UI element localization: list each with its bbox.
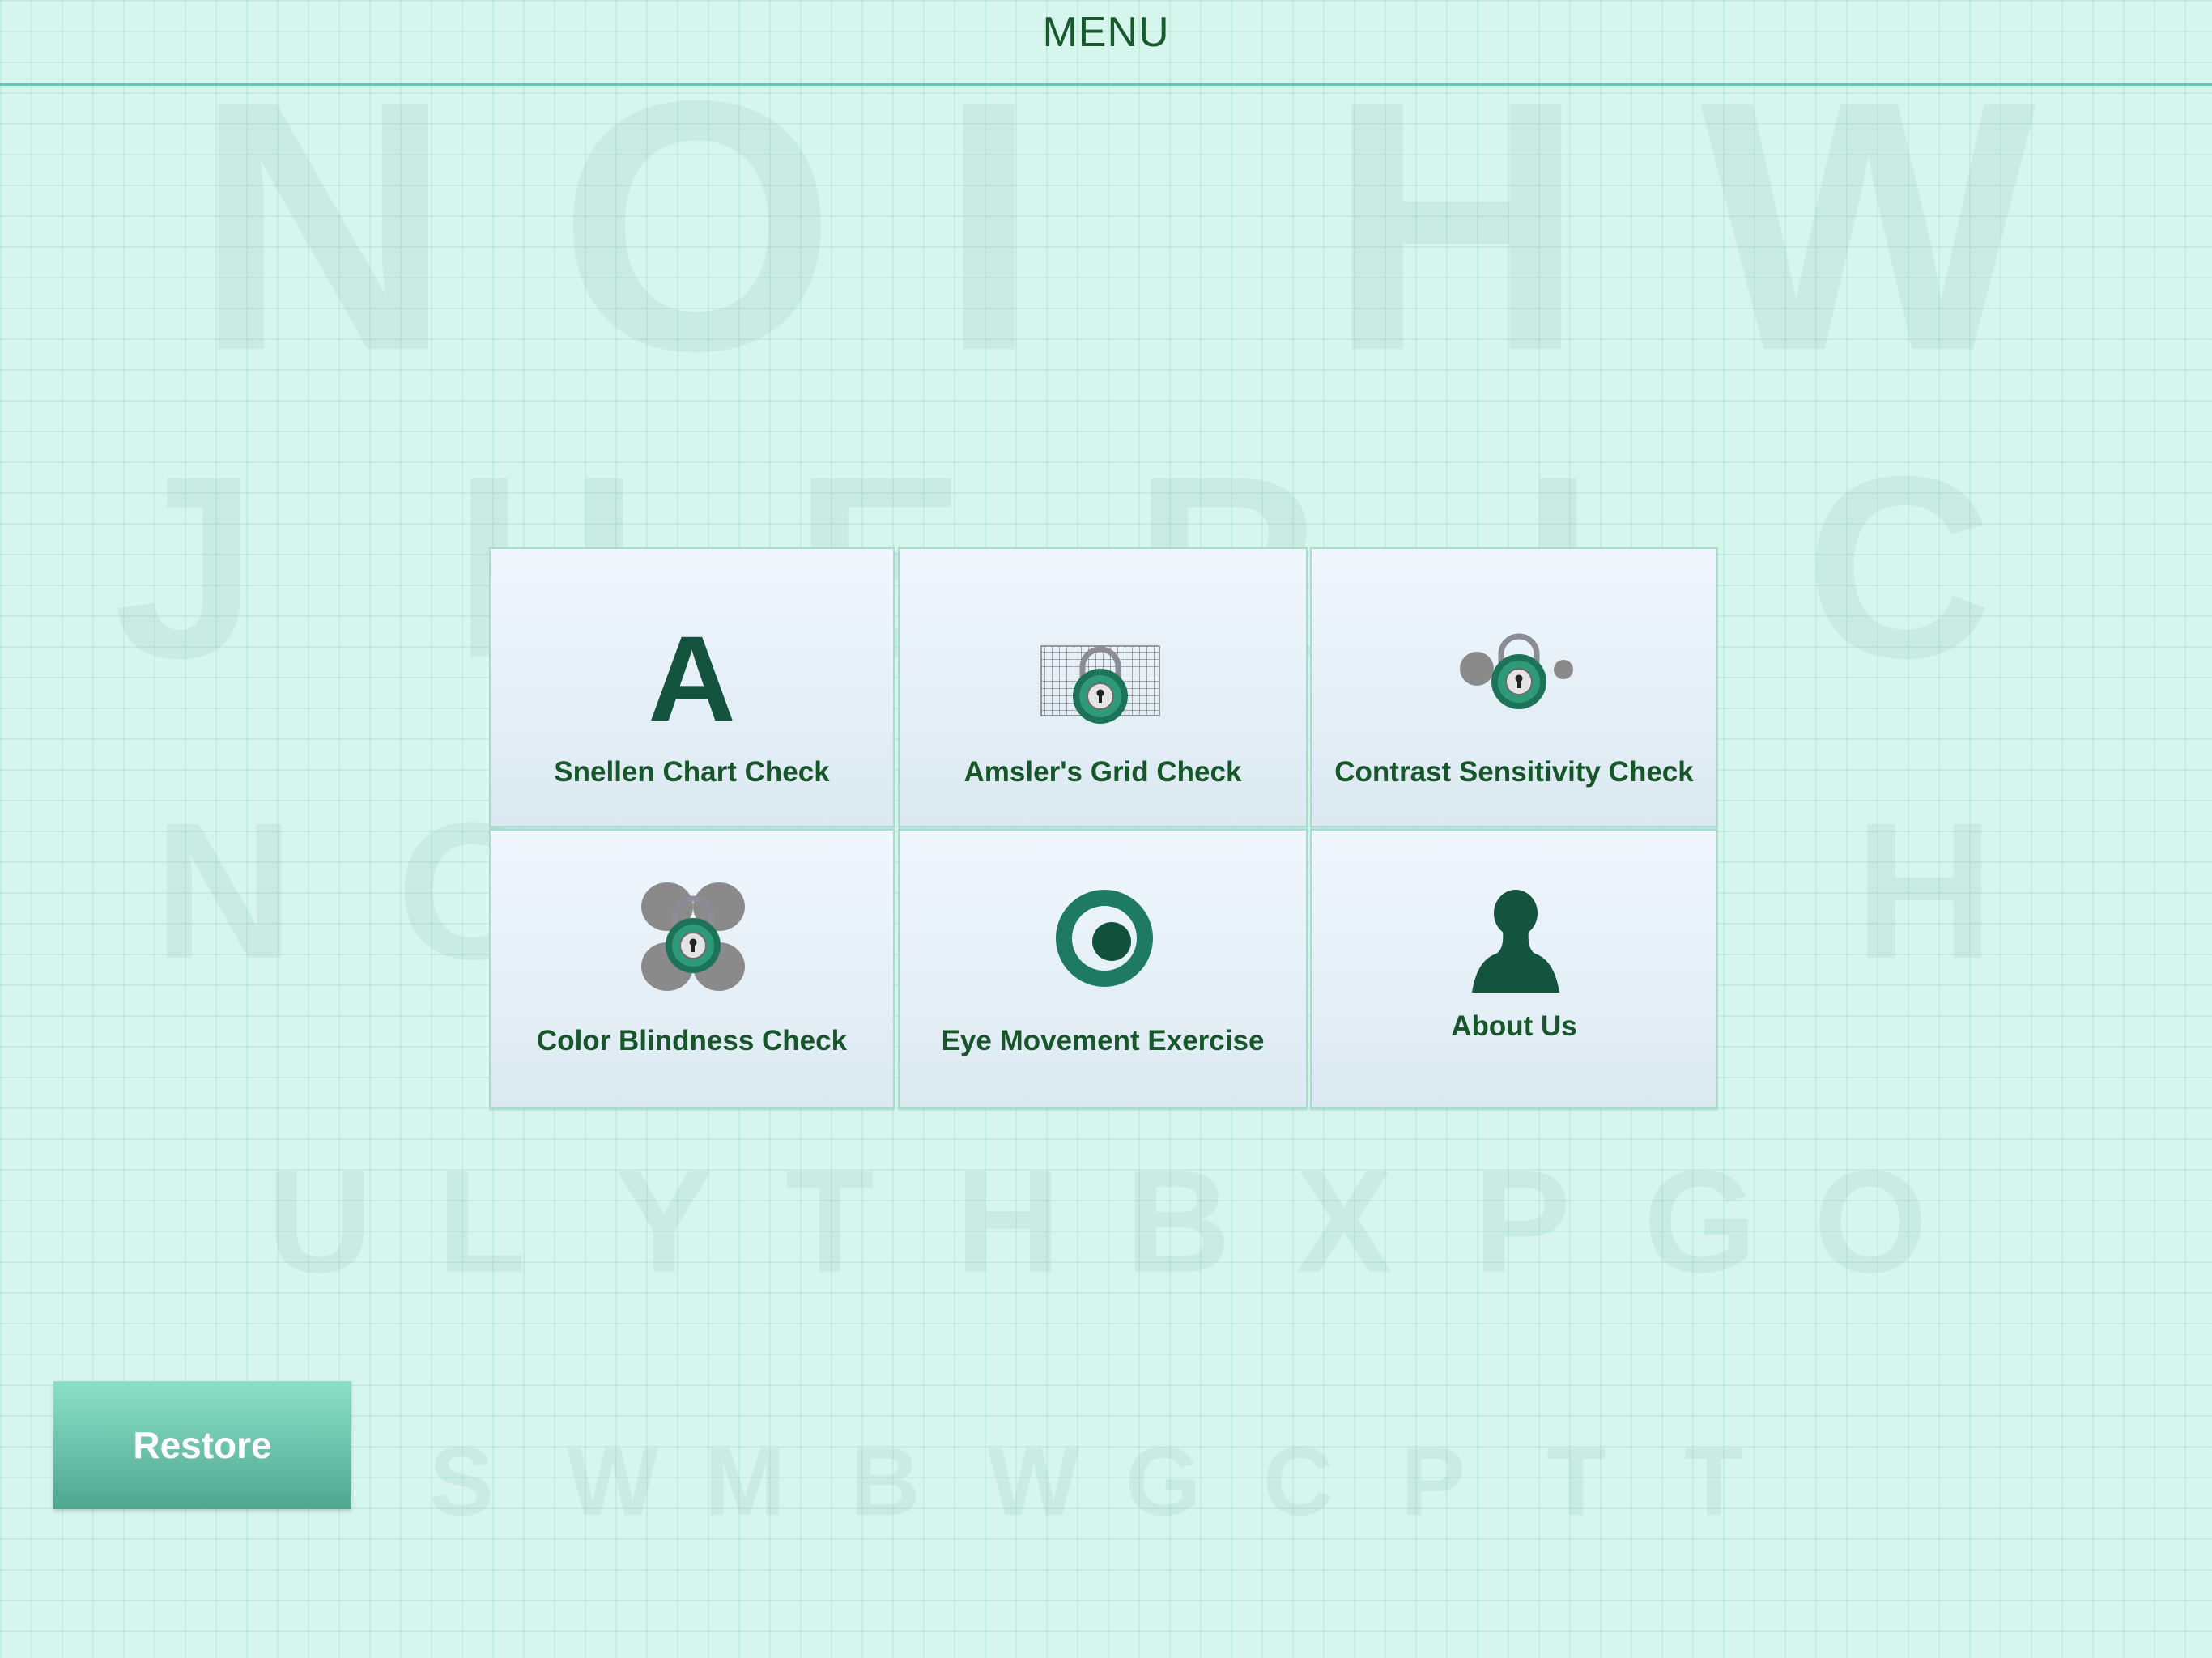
chart-letter: H (1328, 28, 1585, 425)
chart-letter: W (988, 1427, 1080, 1536)
chart-letter: L (437, 1141, 526, 1303)
chart-letter: H (1854, 782, 1995, 999)
grid-lock-icon (1040, 645, 1160, 724)
chart-letter: U (267, 1141, 372, 1303)
letter-a-glyph: A (648, 610, 736, 746)
contrast-sensitivity-check-label: Contrast Sensitivity Check (1334, 756, 1694, 788)
chart-letter: Y (615, 1141, 713, 1303)
amsler-grid-check-button[interactable]: Amsler's Grid Check (898, 547, 1308, 827)
chart-letter: P (1474, 1141, 1572, 1303)
eye-movement-exercise-label: Eye Movement Exercise (941, 1025, 1265, 1056)
chart-letter: X (1295, 1141, 1393, 1303)
chart-letter: O (1814, 1141, 1928, 1303)
contrast-sensitivity-check-button[interactable]: Contrast Sensitivity Check (1310, 547, 1718, 827)
chart-letter: W (1700, 28, 2037, 425)
chart-letter: G (1644, 1141, 1758, 1303)
eye-movement-exercise-button[interactable]: Eye Movement Exercise (898, 829, 1308, 1109)
chart-letter: B (1125, 1141, 1231, 1303)
chart-letter: T (1684, 1427, 1744, 1536)
chart-letter: P (1401, 1427, 1466, 1536)
snellen-chart-check-button[interactable]: A Snellen Chart Check (489, 547, 895, 827)
color-lock-icon (641, 882, 745, 991)
chart-letter: O (559, 28, 836, 425)
chart-letter: M (704, 1427, 785, 1536)
chart-letter: H (955, 1141, 1061, 1303)
color-blindness-check-button[interactable]: Color Blindness Check (489, 829, 895, 1109)
chart-letter: J (113, 422, 257, 712)
chart-letter: W (567, 1427, 659, 1536)
chart-letter: C (1263, 1427, 1334, 1536)
menu-grid: A Snellen Chart Check Amsler's Grid Chec… (489, 547, 1718, 1109)
letter-a-icon: A (491, 618, 893, 739)
chart-letter: T (785, 1141, 874, 1303)
contrast-lock-icon (1460, 633, 1573, 709)
chart-letter: B (850, 1427, 921, 1536)
eye-ring-icon (1056, 890, 1153, 987)
chart-letter: C (1806, 422, 1993, 712)
amsler-grid-check-label: Amsler's Grid Check (963, 756, 1242, 788)
chart-letter: I (939, 28, 1039, 425)
color-blindness-check-label: Color Blindness Check (536, 1025, 848, 1056)
chart-letter: N (154, 782, 295, 999)
restore-button[interactable]: Restore (53, 1381, 351, 1509)
chart-letter: N (194, 28, 452, 425)
person-icon (1472, 890, 1559, 993)
about-us-button[interactable]: About Us (1310, 829, 1718, 1109)
chart-letter: G (1125, 1427, 1202, 1536)
snellen-chart-check-label: Snellen Chart Check (554, 756, 830, 788)
chart-letter: S (429, 1427, 495, 1536)
restore-label: Restore (133, 1424, 272, 1466)
chart-letter: T (1546, 1427, 1606, 1536)
about-us-label: About Us (1451, 1010, 1577, 1042)
